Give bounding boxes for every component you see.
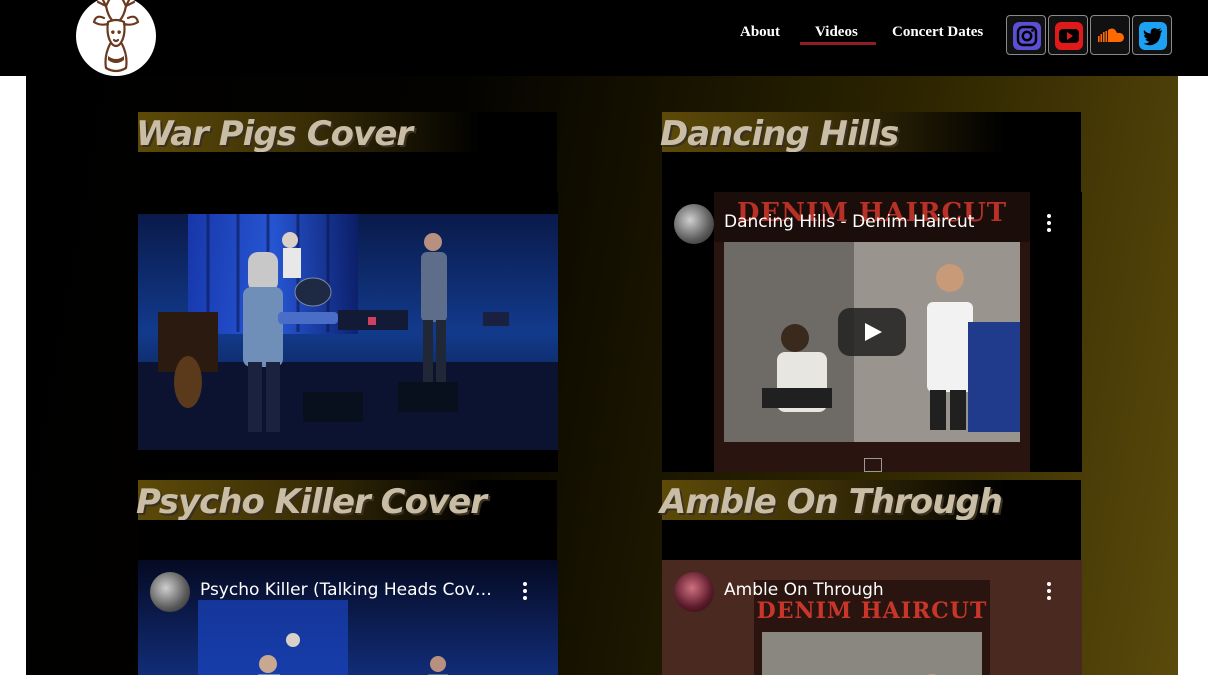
instagram-button[interactable] xyxy=(1006,15,1046,55)
video-card: Psycho Killer Cover Psycho Killer (Talki… xyxy=(136,480,558,675)
video-card: Dancing Hills DENIM HAIRCUT Dancing Hill… xyxy=(660,112,1082,472)
channel-avatar[interactable] xyxy=(674,204,714,244)
video-player[interactable]: DENIM HAIRCUT Dancing Hills - Denim Hair… xyxy=(662,192,1082,472)
youtube-video-title[interactable]: Amble On Through xyxy=(724,580,1024,600)
more-options-icon[interactable] xyxy=(1046,214,1052,234)
concert-thumbnail xyxy=(138,192,558,472)
jackalope-icon xyxy=(92,0,140,73)
soundcloud-button[interactable] xyxy=(1090,15,1130,55)
video-player[interactable] xyxy=(138,192,558,472)
youtube-title-bar: Psycho Killer (Talking Heads Cover)... xyxy=(138,560,558,624)
instagram-icon xyxy=(1013,22,1041,50)
videos-section: War Pigs Cover Dancing Hills DENIM HAIRC… xyxy=(26,76,1178,675)
more-options-icon[interactable] xyxy=(522,582,528,602)
more-options-icon[interactable] xyxy=(1046,582,1052,602)
youtube-title-bar: Dancing Hills - Denim Haircut xyxy=(662,192,1082,256)
card-spacer xyxy=(138,152,557,192)
video-title: Dancing Hills xyxy=(660,114,899,154)
card-spacer xyxy=(138,520,557,560)
youtube-video-title[interactable]: Dancing Hills - Denim Haircut xyxy=(724,212,1024,232)
nav-concert-dates-link[interactable]: Concert Dates xyxy=(892,24,983,41)
nav-videos-link[interactable]: Videos xyxy=(815,24,858,41)
site-header: About Videos Concert Dates xyxy=(0,0,1208,76)
play-button-icon[interactable] xyxy=(838,308,906,356)
video-player[interactable]: DENIM HAIRCUT Amble On Through xyxy=(662,560,1082,675)
video-card: War Pigs Cover xyxy=(136,112,558,472)
video-title: Amble On Through xyxy=(660,482,1003,522)
video-title: War Pigs Cover xyxy=(136,114,413,154)
card-spacer xyxy=(662,520,1081,560)
jackalope-logo[interactable] xyxy=(76,0,156,76)
youtube-button[interactable] xyxy=(1048,15,1088,55)
youtube-title-bar: Amble On Through xyxy=(662,560,1082,624)
video-card: Amble On Through DENIM HAIRCUT Amble On … xyxy=(660,480,1082,675)
channel-avatar[interactable] xyxy=(674,572,714,612)
soundcloud-icon xyxy=(1098,28,1124,42)
cop-watermark xyxy=(864,458,882,472)
twitter-button[interactable] xyxy=(1132,15,1172,55)
youtube-video-title[interactable]: Psycho Killer (Talking Heads Cover)... xyxy=(200,580,500,600)
twitter-icon xyxy=(1139,22,1167,50)
card-spacer xyxy=(662,152,1081,192)
youtube-icon xyxy=(1055,22,1083,50)
video-title: Psycho Killer Cover xyxy=(136,482,487,522)
channel-avatar[interactable] xyxy=(150,572,190,612)
nav-active-indicator xyxy=(800,42,876,45)
video-player[interactable]: Psycho Killer (Talking Heads Cover)... xyxy=(138,560,558,675)
nav-about-link[interactable]: About xyxy=(740,24,780,41)
